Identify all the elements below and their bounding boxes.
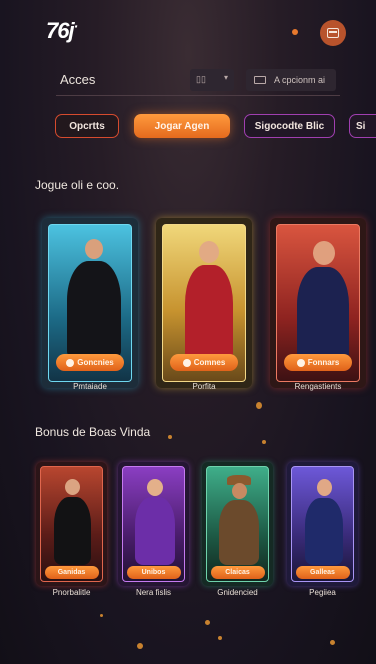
claim-button[interactable]: Ganidas (44, 566, 99, 579)
coin-decoration (100, 614, 103, 617)
wallet-button[interactable] (320, 20, 346, 46)
coin-decoration (262, 440, 266, 444)
card-caption: Nera fislis (135, 588, 172, 597)
play-button[interactable]: Fonnars (284, 354, 352, 371)
coin-decoration (330, 640, 335, 645)
card-caption: Pnorbalitle (52, 588, 91, 597)
card-caption: Porfita (192, 382, 216, 391)
category-pill-3[interactable]: Sigocodte Blic (244, 114, 335, 138)
top-bar: 76j· (0, 0, 376, 62)
card-icon (254, 76, 266, 84)
chevron-down-icon: ▾ (223, 73, 228, 82)
bonus-card[interactable]: Claicas (202, 462, 273, 586)
section-title-bonus: Bonus de Boas Vinda (35, 425, 151, 439)
category-pill-1[interactable]: Opcrtts (55, 114, 119, 138)
character-image (199, 241, 219, 263)
option-select[interactable]: A cpcionm ai (246, 69, 336, 91)
coin-decoration (205, 620, 210, 625)
card-caption: Pmtaiade (73, 382, 107, 391)
card-caption: Pegiiea (309, 588, 336, 597)
play-button[interactable]: Goncnies (56, 354, 124, 371)
category-pill-4[interactable]: Si (349, 114, 376, 138)
card-caption: Gnidencied (217, 588, 258, 597)
bonus-card[interactable]: Galleas (287, 462, 358, 586)
bonus-card[interactable]: Ganidas (36, 462, 107, 586)
view-select[interactable]: ▯▯ ▾ (190, 69, 234, 91)
brand-logo[interactable]: 76j· (46, 18, 78, 44)
character-image (232, 483, 247, 499)
character-image (313, 241, 335, 265)
wallet-icon (327, 28, 339, 38)
coin-decoration (256, 402, 262, 409)
play-icon (182, 358, 191, 367)
character-image (317, 479, 332, 496)
notification-dot (292, 29, 298, 35)
play-icon (296, 358, 305, 367)
play-icon (66, 358, 75, 367)
category-pill-2-active[interactable]: Jogar Agen (134, 114, 230, 138)
claim-button[interactable]: Galleas (295, 566, 350, 579)
bonus-card[interactable]: Unibos (118, 462, 189, 586)
play-button[interactable]: Comnes (170, 354, 238, 371)
filter-label: Acces (60, 72, 96, 87)
coin-decoration (218, 636, 222, 640)
section-title-games: Jogue oli e coo. (35, 178, 120, 192)
filter-bar: Acces ▯▯ ▾ A cpcionm ai (56, 66, 340, 96)
game-card[interactable]: Comnes (156, 218, 252, 388)
coin-decoration (137, 643, 143, 649)
game-card[interactable]: Goncnies (42, 218, 138, 388)
character-image (65, 479, 80, 495)
character-image (147, 479, 163, 496)
character-image (85, 239, 103, 259)
claim-button[interactable]: Unibos (126, 566, 181, 579)
card-caption: Rengastients (294, 382, 342, 391)
coin-decoration (168, 435, 172, 439)
claim-button[interactable]: Claicas (210, 566, 265, 579)
game-card[interactable]: Fonnars (270, 218, 366, 388)
